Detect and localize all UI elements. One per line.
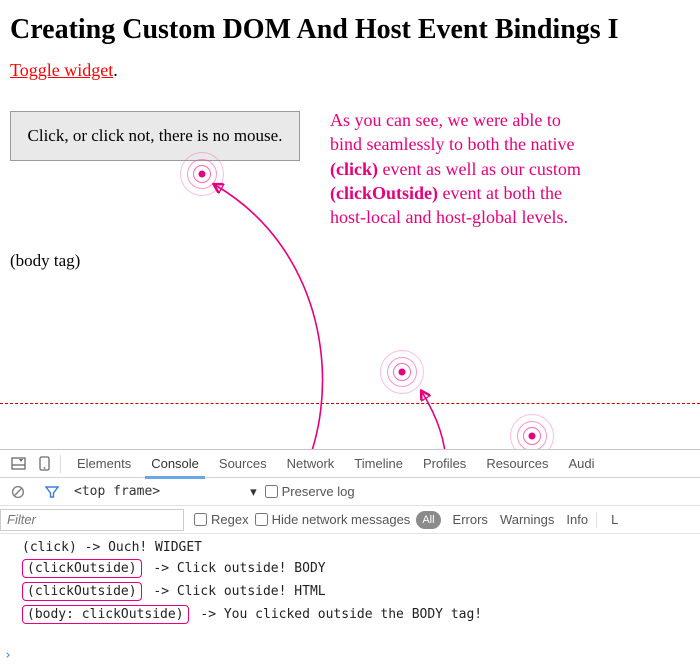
hide-network-input[interactable] [255, 513, 268, 526]
highlighted-event: (clickOutside) [22, 582, 142, 601]
console-line: (clickOutside) -> Click outside! BODY [0, 557, 700, 580]
console-line: (clickOutside) -> Click outside! HTML [0, 580, 700, 603]
panel-divider [0, 403, 700, 404]
period: . [113, 60, 118, 80]
devtools-tab-bar: Elements Console Sources Network Timelin… [0, 450, 700, 478]
tab-elements[interactable]: Elements [67, 450, 141, 478]
level-info[interactable]: Info [566, 512, 588, 527]
console-prompt-icon[interactable]: › [4, 648, 12, 663]
tab-sources[interactable]: Sources [209, 450, 277, 478]
chevron-down-icon: ▾ [250, 484, 257, 500]
console-line: (body: clickOutside) -> You clicked outs… [0, 603, 700, 626]
frame-selector[interactable]: <top frame> ▾ [74, 484, 257, 500]
level-all-pill[interactable]: All [416, 511, 440, 529]
tab-network[interactable]: Network [277, 450, 345, 478]
level-logs[interactable]: L [611, 512, 618, 527]
device-icon[interactable] [32, 452, 56, 476]
filter-input[interactable] [0, 509, 184, 531]
tab-console[interactable]: Console [141, 450, 209, 478]
regex-input[interactable] [194, 513, 207, 526]
body-tag-label: (body tag) [10, 251, 690, 271]
annotation-text: As you can see, we were able to bind sea… [330, 108, 690, 229]
widget-label: Click, or click not, there is no mouse. [28, 126, 283, 146]
tab-timeline[interactable]: Timeline [344, 450, 413, 478]
preserve-log-input[interactable] [265, 485, 278, 498]
widget-button[interactable]: Click, or click not, there is no mouse. [10, 111, 300, 161]
devtools-panel: Elements Console Sources Network Timelin… [0, 449, 700, 665]
console-line: (click) -> Ouch! WIDGET [0, 538, 700, 557]
tab-audits[interactable]: Audi [558, 450, 604, 478]
tab-resources[interactable]: Resources [476, 450, 558, 478]
highlighted-event: (body: clickOutside) [22, 605, 189, 624]
click-ripple-icon [380, 350, 424, 394]
highlighted-event: (clickOutside) [22, 559, 142, 578]
hide-network-checkbox[interactable]: Hide network messages [255, 512, 411, 527]
preserve-log-checkbox[interactable]: Preserve log [265, 484, 355, 499]
toggle-row: Toggle widget. [10, 60, 690, 81]
console-output: (click) -> Ouch! WIDGET (clickOutside) -… [0, 534, 700, 626]
tab-profiles[interactable]: Profiles [413, 450, 476, 478]
regex-checkbox[interactable]: Regex [194, 512, 249, 527]
level-errors[interactable]: Errors [453, 512, 488, 527]
console-toolbar: <top frame> ▾ Preserve log [0, 478, 700, 506]
clear-console-icon[interactable] [6, 480, 30, 504]
dock-icon[interactable] [6, 452, 30, 476]
filter-icon[interactable] [40, 480, 64, 504]
level-warnings[interactable]: Warnings [500, 512, 554, 527]
console-filter-toolbar: Regex Hide network messages All Errors W… [0, 506, 700, 534]
page-title: Creating Custom DOM And Host Event Bindi… [10, 14, 690, 46]
toggle-widget-link[interactable]: Toggle widget [10, 60, 113, 80]
